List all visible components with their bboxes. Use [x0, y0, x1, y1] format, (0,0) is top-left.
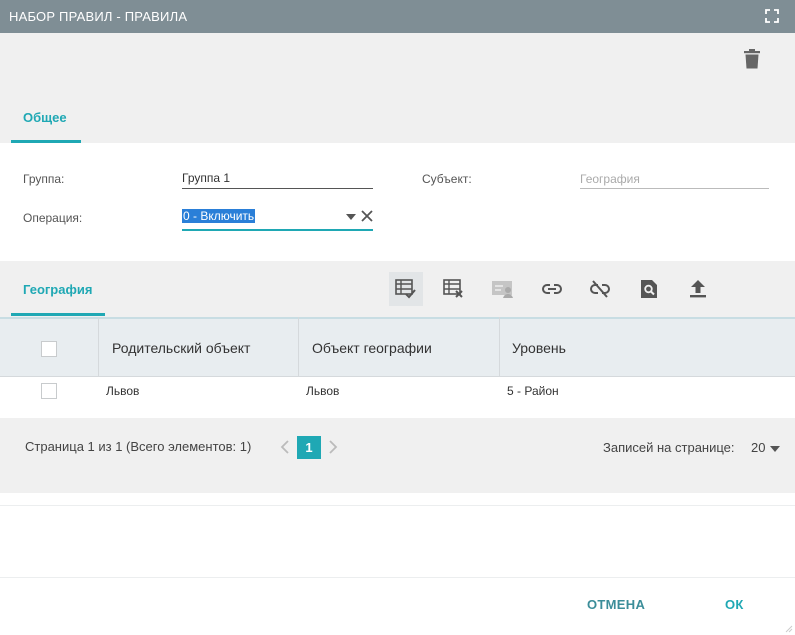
ok-button[interactable]: ОК — [725, 597, 744, 612]
chevron-right-icon[interactable] — [328, 440, 338, 454]
subject-label: Субъект: — [422, 172, 472, 186]
table-remove-icon — [443, 279, 463, 298]
column-header-level[interactable]: Уровень — [512, 340, 566, 356]
column-header-object[interactable]: Объект географии — [312, 340, 432, 356]
per-page-value[interactable]: 20 — [751, 440, 765, 455]
tab-general-underline — [11, 140, 81, 143]
chevron-left-icon[interactable] — [280, 440, 290, 454]
page-button-current[interactable]: 1 — [297, 436, 321, 459]
link-button[interactable] — [535, 272, 569, 306]
operation-select[interactable]: 0 - Включить — [182, 209, 373, 231]
tab-general[interactable]: Общее — [23, 110, 67, 125]
dropdown-arrow-icon[interactable] — [346, 213, 356, 221]
tab-geography-underline — [11, 313, 105, 316]
per-page-label: Записей на странице: — [603, 440, 735, 455]
deselect-rows-button[interactable] — [437, 272, 471, 306]
user-card-icon — [492, 281, 513, 298]
unlink-button[interactable] — [583, 272, 617, 306]
upload-button[interactable] — [681, 272, 715, 306]
divider — [0, 505, 795, 506]
select-all-rows-button[interactable] — [389, 272, 423, 306]
table-check-icon — [395, 279, 416, 299]
assign-user-button[interactable] — [486, 272, 520, 306]
per-page-dropdown-icon[interactable] — [770, 446, 780, 452]
cancel-button[interactable]: ОТМЕНА — [587, 597, 645, 612]
tab-geography[interactable]: География — [23, 282, 92, 297]
pager — [0, 418, 795, 493]
divider — [0, 577, 795, 578]
group-input-value: Группа 1 — [182, 171, 231, 185]
operation-label: Операция: — [23, 211, 83, 225]
select-all-checkbox[interactable] — [41, 341, 57, 357]
window-titlebar: НАБОР ПРАВИЛ - ПРАВИЛА — [0, 0, 795, 33]
column-header-parent[interactable]: Родительский объект — [112, 340, 250, 356]
preview-button[interactable] — [632, 272, 666, 306]
pager-summary: Страница 1 из 1 (Всего элементов: 1) — [25, 439, 252, 454]
operation-select-value: 0 - Включить — [182, 209, 256, 223]
cell-level: 5 - Район — [507, 384, 559, 398]
top-toolbar — [0, 33, 795, 143]
group-label: Группа: — [23, 172, 65, 186]
link-icon — [542, 284, 562, 294]
document-search-icon — [641, 280, 657, 298]
subject-input[interactable]: География — [580, 172, 769, 189]
trash-icon[interactable] — [744, 49, 760, 69]
group-input[interactable]: Группа 1 — [182, 171, 373, 189]
row-checkbox[interactable] — [41, 383, 57, 399]
cell-parent: Львов — [106, 384, 140, 398]
cell-object: Львов — [306, 384, 340, 398]
unlink-icon — [590, 280, 610, 298]
clear-icon[interactable] — [361, 210, 373, 222]
maximize-icon[interactable] — [765, 9, 779, 23]
resize-grip-icon[interactable] — [783, 623, 793, 633]
subject-input-placeholder: География — [580, 172, 640, 186]
upload-icon — [690, 280, 706, 298]
window-title: НАБОР ПРАВИЛ - ПРАВИЛА — [9, 9, 188, 24]
